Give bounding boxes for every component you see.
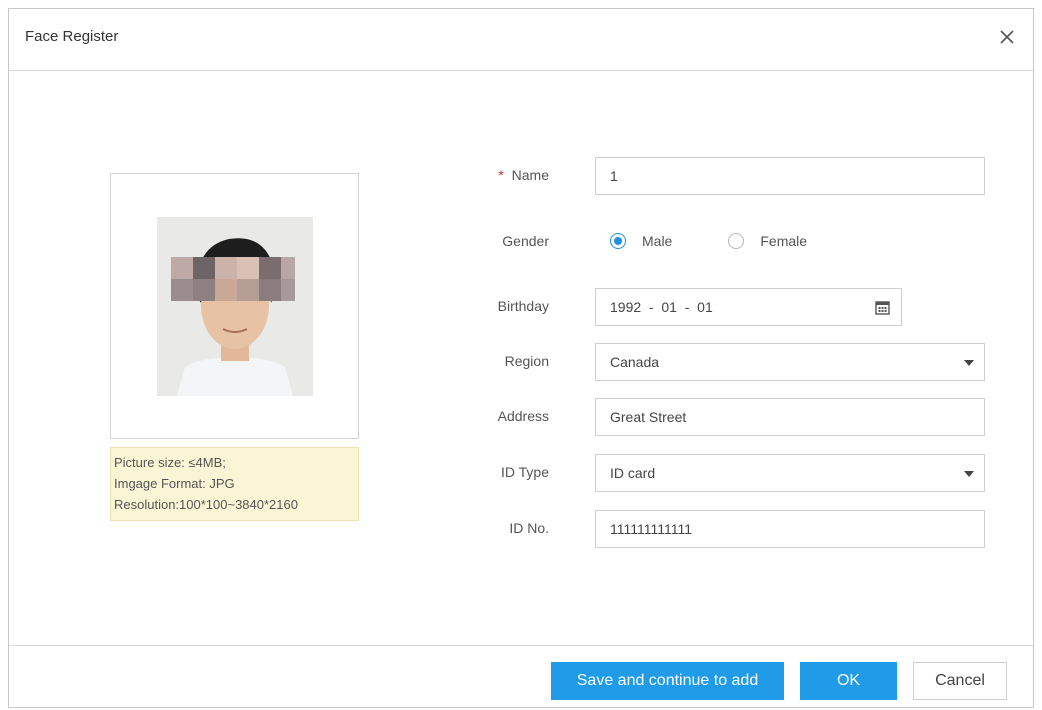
address-input[interactable]: Great Street (595, 398, 985, 436)
birthday-value: 1992 - 01 - 01 (610, 299, 713, 315)
gender-option-male[interactable]: Male (610, 233, 672, 249)
close-button[interactable] (991, 21, 1023, 53)
ok-button[interactable]: OK (800, 662, 897, 700)
id-type-label: ID Type (501, 464, 549, 480)
region-label: Region (504, 353, 549, 369)
cancel-button[interactable]: Cancel (913, 662, 1007, 700)
gender-label: Gender (502, 233, 549, 249)
id-type-select[interactable]: ID card (595, 454, 985, 492)
chevron-down-icon (964, 471, 974, 477)
gender-radio-group: Male Female (610, 233, 807, 249)
gender-option-female[interactable]: Female (728, 233, 807, 249)
dialog-footer: Save and continue to add OK Cancel (9, 645, 1033, 707)
close-icon (1000, 30, 1014, 44)
region-value: Canada (610, 354, 660, 370)
gender-female-label: Female (760, 233, 808, 249)
address-row: Address Great Street (9, 398, 1033, 436)
id-type-row: ID Type ID card (9, 454, 1033, 492)
name-label: * Name (498, 167, 549, 183)
dialog-title: Face Register (25, 28, 119, 45)
birthday-input[interactable]: 1992 - 01 - 01 (595, 288, 902, 326)
save-and-continue-button[interactable]: Save and continue to add (551, 662, 784, 700)
id-no-label: ID No. (509, 520, 549, 536)
birthday-row: Birthday 1992 - 01 - 01 (9, 288, 1033, 326)
region-select[interactable]: Canada (595, 343, 985, 381)
name-input[interactable]: 1 (595, 157, 985, 195)
gender-male-label: Male (642, 233, 673, 249)
radio-female[interactable] (728, 233, 745, 249)
id-type-value: ID card (610, 465, 656, 481)
face-register-dialog: Face Register Picture size: ≤4MB; Imgage… (8, 8, 1034, 708)
id-no-input[interactable]: 111111111111 (595, 510, 985, 548)
address-label: Address (497, 408, 549, 424)
radio-male[interactable] (610, 233, 626, 249)
id-no-row: ID No. 111111111111 (9, 510, 1033, 548)
birthday-label: Birthday (497, 298, 549, 314)
region-row: Region Canada (9, 343, 1033, 381)
calendar-icon[interactable] (875, 300, 890, 315)
chevron-down-icon (964, 360, 974, 366)
gender-row: Gender Male Female (9, 223, 1033, 261)
dialog-titlebar: Face Register (9, 9, 1033, 71)
required-mark: * (498, 167, 504, 183)
name-row: * Name 1 (9, 157, 1033, 195)
